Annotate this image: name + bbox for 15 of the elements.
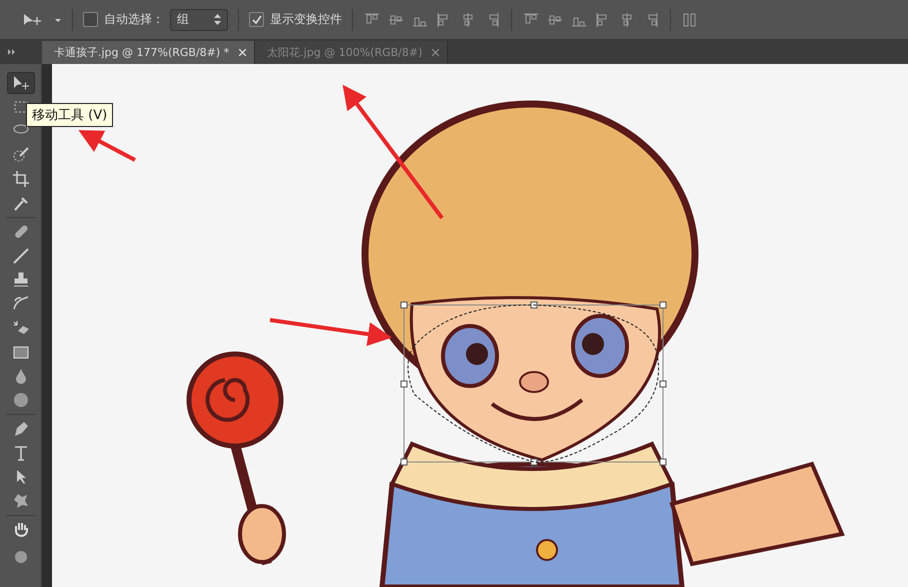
document-tab[interactable]: 太阳花.jpg @ 100%(RGB/8#) xyxy=(255,41,448,64)
panel-collapse-icon[interactable] xyxy=(8,48,16,54)
distribute-icon[interactable] xyxy=(682,12,698,28)
close-icon[interactable] xyxy=(432,49,440,56)
tooltip: 移动工具 (V) xyxy=(26,103,114,127)
auto-select-checkbox[interactable] xyxy=(83,12,98,27)
move-tool-icon[interactable] xyxy=(22,12,62,28)
spinner-icon xyxy=(214,14,221,25)
auto-select-label: 自动选择： xyxy=(104,11,164,28)
show-transform-label: 显示变换控件 xyxy=(270,11,342,28)
move-tool-icon[interactable] xyxy=(6,72,34,94)
annotation-arrow xyxy=(78,130,136,162)
auto-select-dropdown[interactable]: 组 xyxy=(170,8,228,30)
document-tab[interactable]: 卡通孩子.jpg @ 177%(RGB/8#) * xyxy=(42,41,256,64)
show-transform-checkbox[interactable] xyxy=(249,12,264,27)
